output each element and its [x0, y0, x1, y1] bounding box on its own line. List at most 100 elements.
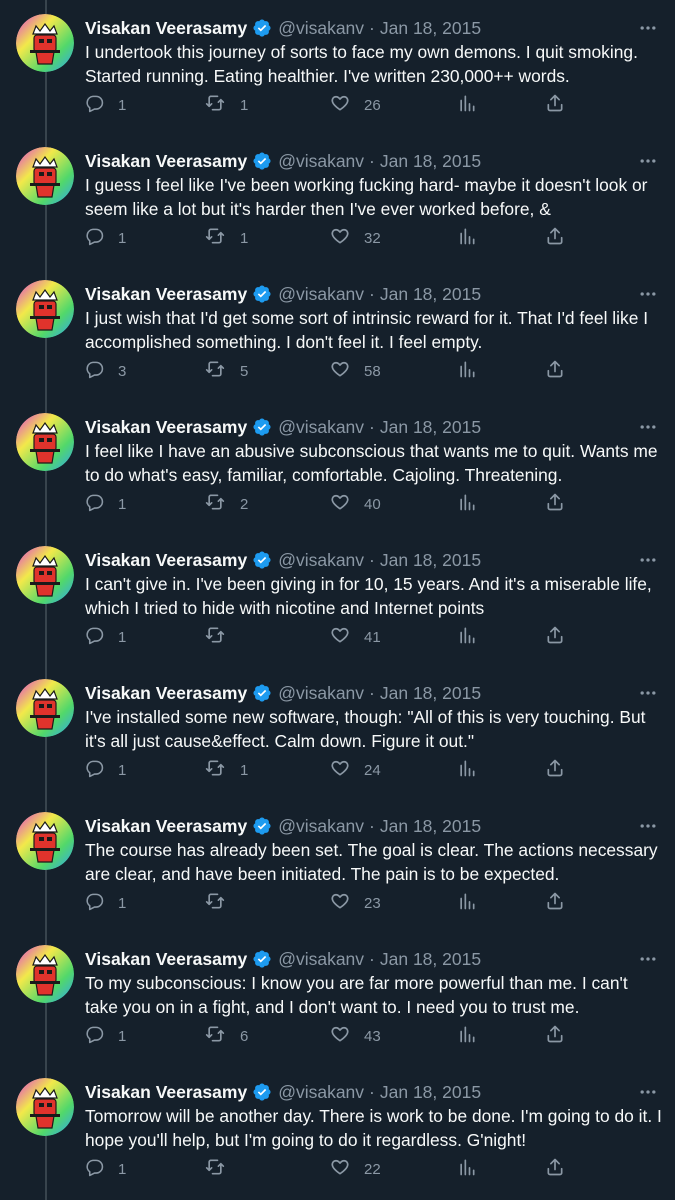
author-handle[interactable]: @visakanv [278, 284, 364, 305]
author-name[interactable]: Visakan Veerasamy [85, 18, 247, 39]
tweet-date[interactable]: Jan 18, 2015 [380, 18, 481, 39]
views-button[interactable] [457, 223, 477, 253]
retweet-button[interactable]: 1 [204, 755, 248, 785]
author-name[interactable]: Visakan Veerasamy [85, 284, 247, 305]
tweet[interactable]: Visakan Veerasamy @visakanv · Jan 18, 20… [0, 0, 675, 133]
share-button[interactable] [545, 489, 565, 519]
share-button[interactable] [545, 90, 565, 120]
avatar[interactable] [16, 147, 74, 205]
author-name[interactable]: Visakan Veerasamy [85, 949, 247, 970]
more-icon[interactable] [635, 681, 661, 705]
retweet-button[interactable]: 5 [204, 356, 248, 386]
tweet-date[interactable]: Jan 18, 2015 [380, 1082, 481, 1103]
tweet-date[interactable]: Jan 18, 2015 [380, 151, 481, 172]
more-icon[interactable] [635, 282, 661, 306]
author-handle[interactable]: @visakanv [278, 18, 364, 39]
tweet[interactable]: Visakan Veerasamy @visakanv · Jan 18, 20… [0, 665, 675, 798]
retweet-button[interactable] [204, 888, 240, 918]
tweet[interactable]: Visakan Veerasamy @visakanv · Jan 18, 20… [0, 1064, 675, 1197]
reply-button[interactable]: 3 [85, 356, 126, 386]
share-button[interactable] [545, 755, 565, 785]
like-button[interactable]: 32 [330, 223, 381, 253]
views-button[interactable] [457, 1154, 477, 1184]
tweet-date[interactable]: Jan 18, 2015 [380, 949, 481, 970]
tweet-date[interactable]: Jan 18, 2015 [380, 417, 481, 438]
avatar[interactable] [16, 14, 74, 72]
author-name[interactable]: Visakan Veerasamy [85, 417, 247, 438]
tweet[interactable]: Visakan Veerasamy @visakanv · Jan 18, 20… [0, 798, 675, 931]
retweet-count: 6 [240, 1027, 249, 1045]
avatar[interactable] [16, 1078, 74, 1136]
avatar[interactable] [16, 679, 74, 737]
like-button[interactable]: 40 [330, 489, 381, 519]
reply-button[interactable]: 1 [85, 622, 126, 652]
more-icon[interactable] [635, 1080, 661, 1104]
reply-button[interactable]: 1 [85, 1021, 126, 1051]
tweet[interactable]: Visakan Veerasamy @visakanv · Jan 18, 20… [0, 399, 675, 532]
tweet[interactable]: Visakan Veerasamy @visakanv · Jan 18, 20… [0, 931, 675, 1064]
more-icon[interactable] [635, 415, 661, 439]
reply-button[interactable]: 1 [85, 489, 126, 519]
author-handle[interactable]: @visakanv [278, 550, 364, 571]
retweet-button[interactable]: 2 [204, 489, 248, 519]
retweet-button[interactable]: 1 [204, 223, 248, 253]
views-button[interactable] [457, 489, 477, 519]
reply-button[interactable]: 1 [85, 90, 126, 120]
retweet-button[interactable]: 6 [204, 1021, 248, 1051]
like-button[interactable]: 43 [330, 1021, 381, 1051]
views-button[interactable] [457, 755, 477, 785]
reply-button[interactable]: 1 [85, 1154, 126, 1184]
more-icon[interactable] [635, 548, 661, 572]
more-icon[interactable] [635, 149, 661, 173]
avatar[interactable] [16, 546, 74, 604]
views-button[interactable] [457, 622, 477, 652]
share-button[interactable] [545, 1021, 565, 1051]
like-button[interactable]: 41 [330, 622, 381, 652]
tweet[interactable]: Visakan Veerasamy @visakanv · Jan 18, 20… [0, 266, 675, 399]
tweet-date[interactable]: Jan 18, 2015 [380, 550, 481, 571]
share-button[interactable] [545, 356, 565, 386]
like-button[interactable]: 22 [330, 1154, 381, 1184]
share-button[interactable] [545, 223, 565, 253]
tweet-date[interactable]: Jan 18, 2015 [380, 284, 481, 305]
tweet[interactable]: Visakan Veerasamy @visakanv · Jan 18, 20… [0, 133, 675, 266]
like-button[interactable]: 24 [330, 755, 381, 785]
avatar[interactable] [16, 812, 74, 870]
share-button[interactable] [545, 622, 565, 652]
avatar[interactable] [16, 413, 74, 471]
author-name[interactable]: Visakan Veerasamy [85, 1082, 247, 1103]
author-name[interactable]: Visakan Veerasamy [85, 816, 247, 837]
avatar[interactable] [16, 945, 74, 1003]
more-icon[interactable] [635, 947, 661, 971]
author-name[interactable]: Visakan Veerasamy [85, 550, 247, 571]
share-button[interactable] [545, 888, 565, 918]
reply-button[interactable]: 1 [85, 223, 126, 253]
more-icon[interactable] [635, 16, 661, 40]
author-name[interactable]: Visakan Veerasamy [85, 683, 247, 704]
author-handle[interactable]: @visakanv [278, 816, 364, 837]
author-handle[interactable]: @visakanv [278, 417, 364, 438]
views-button[interactable] [457, 1021, 477, 1051]
tweet-date[interactable]: Jan 18, 2015 [380, 816, 481, 837]
author-handle[interactable]: @visakanv [278, 151, 364, 172]
views-button[interactable] [457, 356, 477, 386]
like-button[interactable]: 58 [330, 356, 381, 386]
share-button[interactable] [545, 1154, 565, 1184]
reply-button[interactable]: 1 [85, 888, 126, 918]
tweet-date[interactable]: Jan 18, 2015 [380, 683, 481, 704]
author-handle[interactable]: @visakanv [278, 683, 364, 704]
retweet-button[interactable] [204, 1154, 240, 1184]
like-button[interactable]: 26 [330, 90, 381, 120]
more-icon[interactable] [635, 814, 661, 838]
retweet-button[interactable] [204, 622, 240, 652]
tweet[interactable]: Visakan Veerasamy @visakanv · Jan 18, 20… [0, 532, 675, 665]
views-button[interactable] [457, 888, 477, 918]
author-handle[interactable]: @visakanv [278, 949, 364, 970]
author-name[interactable]: Visakan Veerasamy [85, 151, 247, 172]
like-button[interactable]: 23 [330, 888, 381, 918]
views-button[interactable] [457, 90, 477, 120]
reply-button[interactable]: 1 [85, 755, 126, 785]
retweet-button[interactable]: 1 [204, 90, 248, 120]
author-handle[interactable]: @visakanv [278, 1082, 364, 1103]
avatar[interactable] [16, 280, 74, 338]
